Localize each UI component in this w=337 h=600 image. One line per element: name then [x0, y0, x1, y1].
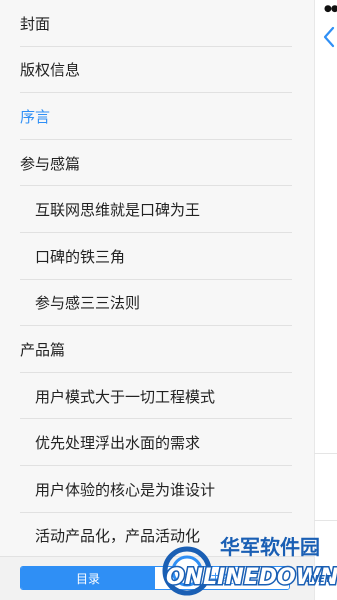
toc-item[interactable]: 参与感篇 — [0, 140, 314, 187]
toc-item-label: 封面 — [20, 14, 51, 33]
toc-item-label: 互联网思维就是口碑为王 — [35, 201, 201, 220]
toc-item[interactable]: 序言 — [0, 93, 314, 140]
toc-item[interactable]: 用户模式大于一切工程模式 — [0, 373, 314, 420]
toc-item-label: 序言 — [20, 107, 51, 126]
toc-item-label: 版权信息 — [20, 61, 81, 80]
reader-page-edge[interactable] — [314, 0, 337, 600]
chevron-left-icon[interactable] — [322, 26, 336, 48]
divider — [314, 453, 337, 454]
toc-item-label: 口碑的铁三角 — [35, 247, 126, 266]
tab-catalog[interactable]: 目录 — [21, 567, 155, 589]
toc-item-label: 产品篇 — [20, 340, 66, 359]
toc-item-label: 用户体验的核心是为谁设计 — [35, 480, 216, 499]
toc-item[interactable]: 用户体验的核心是为谁设计 — [0, 466, 314, 513]
watermark-brand-cn: 华军软件园 — [220, 535, 320, 559]
toc-list: 封面 版权信息 序言 参与感篇 互联网思维就是口碑为王 口碑的铁三角 参与感三三… — [0, 0, 314, 559]
toc-item-label: 参与感三三法则 — [35, 294, 141, 313]
toc-item[interactable]: 参与感三三法则 — [0, 280, 314, 327]
toc-item[interactable]: 互联网思维就是口碑为王 — [0, 186, 314, 233]
toc-item-label: 用户模式大于一切工程模式 — [35, 387, 216, 406]
toc-panel: 封面 版权信息 序言 参与感篇 互联网思维就是口碑为王 口碑的铁三角 参与感三三… — [0, 0, 314, 600]
toc-item-label: 优先处理浮出水面的需求 — [35, 434, 201, 453]
watermark-suffix: .NET — [306, 574, 333, 585]
onlinedown-watermark-logo: 华军软件园 ONLINEDOWN .NET — [162, 535, 337, 596]
status-dots-icon: ●● — [324, 4, 337, 14]
toc-item[interactable]: 优先处理浮出水面的需求 — [0, 419, 314, 466]
toc-item[interactable]: 产品篇 — [0, 326, 314, 373]
toc-item[interactable]: 口碑的铁三角 — [0, 233, 314, 280]
toc-item[interactable]: 版权信息 — [0, 47, 314, 94]
toc-item[interactable]: 封面 — [0, 0, 314, 47]
toc-item-label: 参与感篇 — [20, 154, 81, 173]
